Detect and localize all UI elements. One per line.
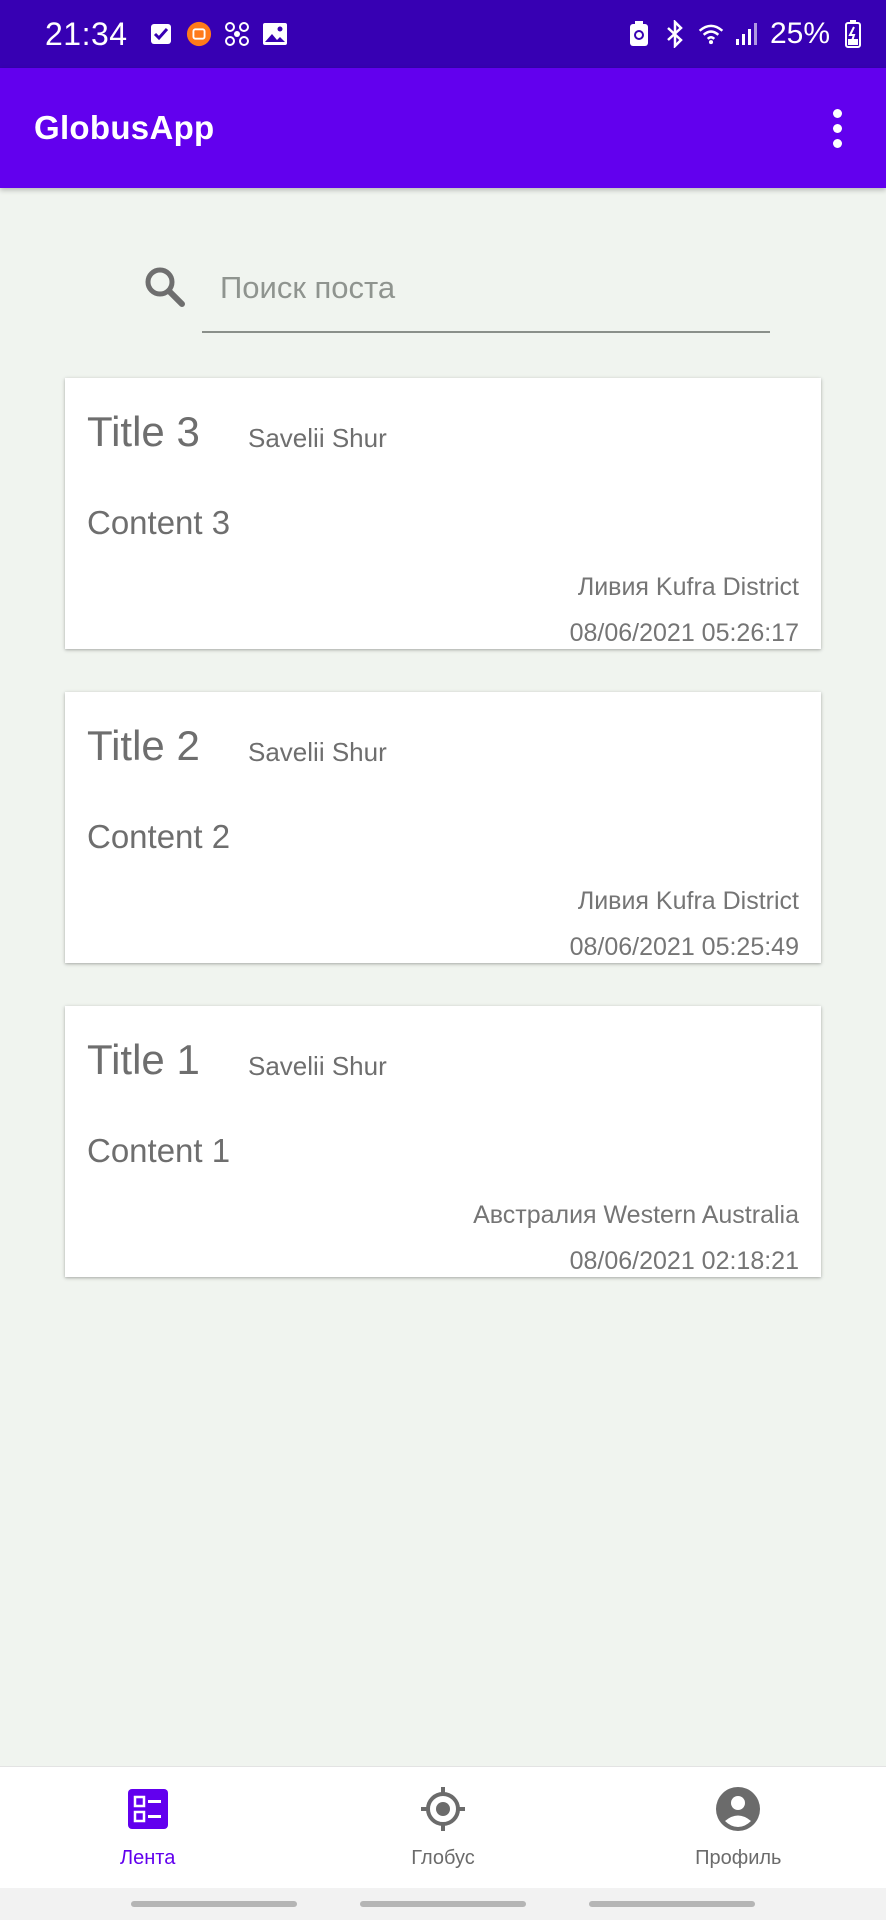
nav-item-profile[interactable]: Профиль bbox=[591, 1767, 886, 1888]
post-card[interactable]: Title 2 Savelii Shur Content 2 Ливия Kuf… bbox=[65, 692, 821, 963]
nav-label-globe: Глобус bbox=[411, 1847, 475, 1869]
post-author: Savelii Shur bbox=[248, 737, 387, 767]
battery-saver-icon bbox=[626, 21, 652, 47]
post-card[interactable]: Title 1 Savelii Shur Content 1 Австралия… bbox=[65, 1006, 821, 1277]
gesture-handle[interactable] bbox=[359, 1901, 526, 1907]
search-input[interactable] bbox=[202, 245, 770, 333]
mi-app-icon bbox=[186, 21, 212, 47]
bottom-navigation: Лента Глобус Профиль bbox=[0, 1766, 886, 1888]
status-notification-icons bbox=[148, 21, 288, 47]
gesture-handle[interactable] bbox=[131, 1901, 298, 1907]
bluetooth-icon bbox=[662, 20, 688, 48]
profile-icon bbox=[714, 1785, 762, 1833]
nav-label-feed: Лента bbox=[119, 1847, 176, 1869]
gesture-handle[interactable] bbox=[588, 1901, 755, 1907]
nav-item-globe[interactable]: Глобус bbox=[295, 1767, 590, 1888]
app-bar: GlobusApp bbox=[0, 68, 886, 188]
post-author: Savelii Shur bbox=[248, 423, 387, 453]
battery-icon bbox=[840, 20, 866, 48]
globe-target-icon bbox=[419, 1785, 467, 1833]
image-icon bbox=[262, 21, 288, 47]
signal-icon bbox=[734, 21, 760, 47]
feed-list-icon bbox=[124, 1785, 172, 1833]
post-content: Content 1 bbox=[87, 1132, 231, 1169]
fan-icon bbox=[224, 21, 250, 47]
post-author: Savelii Shur bbox=[248, 1051, 387, 1081]
post-location: Ливия Kufra District bbox=[577, 573, 799, 601]
post-location: Ливия Kufra District bbox=[577, 887, 799, 915]
search-icon bbox=[140, 262, 190, 312]
status-bar: 21:34 25% bbox=[0, 0, 886, 68]
status-time: 21:34 bbox=[45, 15, 128, 52]
wifi-icon bbox=[698, 21, 724, 47]
post-feed: Title 3 Savelii Shur Content 3 Ливия Kuf… bbox=[65, 378, 821, 1320]
post-date: 08/06/2021 05:25:49 bbox=[569, 933, 799, 961]
more-vert-icon[interactable] bbox=[822, 103, 852, 153]
search-bar bbox=[140, 245, 770, 335]
post-title: Title 1 bbox=[87, 1036, 200, 1083]
post-title: Title 3 bbox=[87, 408, 200, 455]
nav-item-feed[interactable]: Лента bbox=[0, 1767, 295, 1888]
post-date: 08/06/2021 02:18:21 bbox=[569, 1247, 799, 1275]
status-system-icons: 25% bbox=[626, 17, 866, 51]
battery-percent: 25% bbox=[769, 17, 830, 50]
post-title: Title 2 bbox=[87, 722, 200, 769]
post-date: 08/06/2021 05:26:17 bbox=[569, 619, 799, 647]
app-title: GlobusApp bbox=[34, 109, 215, 146]
nav-label-profile: Профиль bbox=[695, 1847, 782, 1869]
system-gesture-bar bbox=[0, 1888, 886, 1920]
post-location: Австралия Western Australia bbox=[473, 1201, 799, 1229]
post-card[interactable]: Title 3 Savelii Shur Content 3 Ливия Kuf… bbox=[65, 378, 821, 649]
post-content: Content 2 bbox=[87, 818, 231, 855]
post-content: Content 3 bbox=[87, 504, 231, 541]
check-icon bbox=[148, 21, 174, 47]
